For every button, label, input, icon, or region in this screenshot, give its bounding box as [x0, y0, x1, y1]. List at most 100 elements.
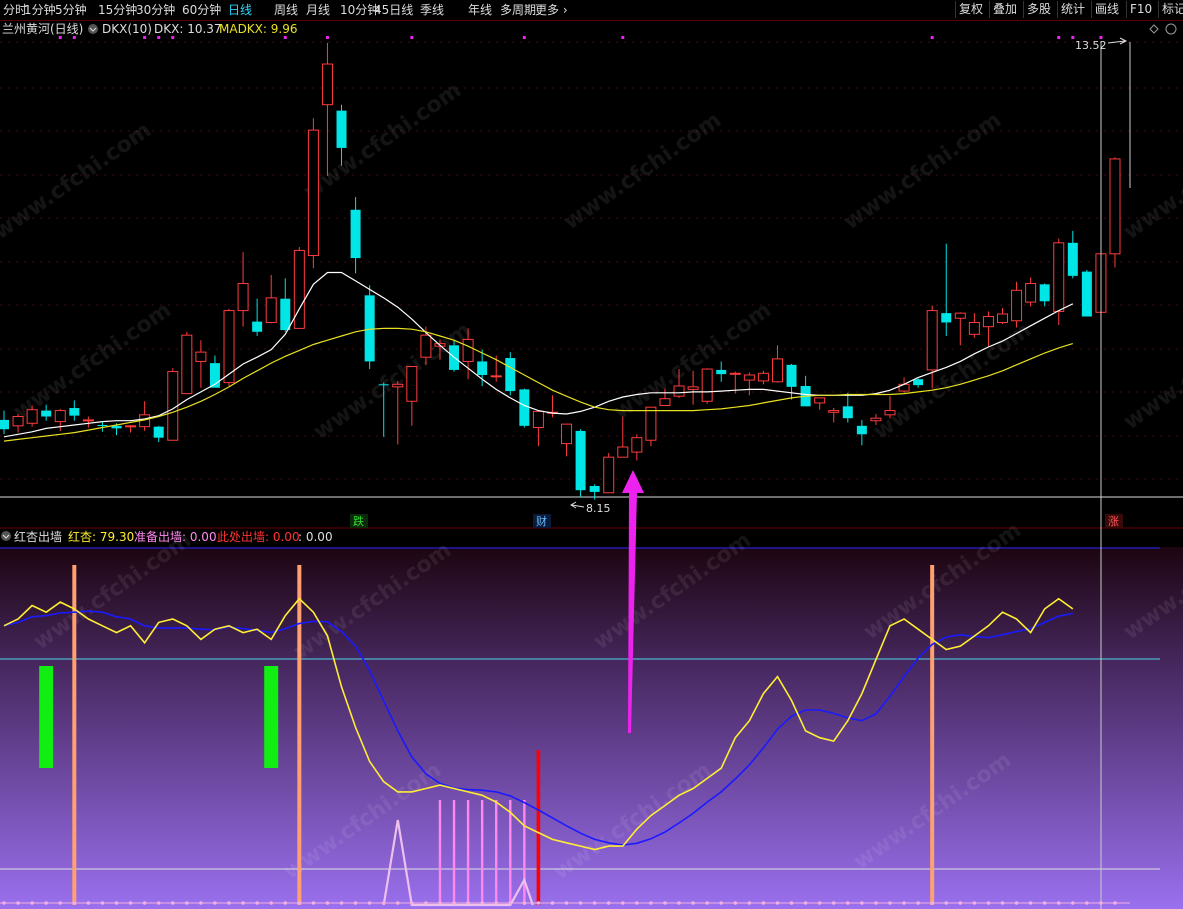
diamond-icon[interactable] [1149, 24, 1159, 34]
pink-spike [480, 800, 484, 905]
candle-body [603, 456, 615, 494]
candle [645, 406, 657, 447]
signal-dot [58, 36, 62, 39]
hongxing-value: 红杏: 79.30 [68, 529, 134, 544]
candle-body [743, 374, 755, 381]
candle-body [561, 423, 573, 445]
candle-body [265, 297, 277, 323]
candle [856, 419, 867, 446]
indicator-name[interactable]: DKX(10) [102, 22, 152, 36]
candle-body [321, 63, 333, 106]
signal-dot [410, 36, 414, 39]
candle [603, 452, 615, 494]
high-price-label: 13.52 [1075, 39, 1107, 52]
candle-body [996, 313, 1008, 323]
candle [195, 340, 207, 388]
candle-body [1039, 284, 1050, 302]
pink-spike [495, 800, 498, 905]
signal-dot [1057, 36, 1061, 39]
candle-body [913, 379, 924, 386]
candle [1081, 269, 1092, 317]
candle [631, 434, 643, 461]
candle-body [1109, 158, 1121, 255]
candle-body [716, 369, 727, 375]
candle [828, 408, 840, 423]
candle-body [786, 364, 797, 387]
candle-body [1067, 242, 1078, 276]
candle-body [729, 372, 741, 375]
candle-body [856, 425, 867, 435]
candle [954, 312, 966, 346]
candle [771, 345, 783, 383]
candle [265, 275, 277, 324]
candle-body [293, 249, 305, 329]
candle [280, 278, 291, 332]
candle [941, 243, 952, 337]
zhunbei-value: 准备出墙: 0.00 [134, 530, 217, 544]
candle [181, 331, 193, 395]
candle-body [814, 397, 826, 404]
dkx-value: DKX: 10.37 [154, 22, 222, 36]
candle-body [420, 334, 432, 358]
high-arrow-icon [1107, 37, 1128, 45]
candle-body [336, 110, 347, 148]
candle [814, 397, 826, 410]
candle-body [237, 282, 249, 312]
candle [12, 413, 24, 433]
low-arrow-icon [570, 501, 585, 509]
candle-body [477, 361, 488, 375]
candle [519, 388, 530, 428]
chart-canvas: www.cfchi.com www.cfchi.com www.cfchi.co… [0, 22, 1183, 909]
candle-body [954, 312, 966, 319]
candle [561, 423, 573, 457]
candle [1011, 281, 1023, 328]
low-price-label: 8.15 [586, 502, 611, 515]
candle [757, 370, 769, 385]
red-signal-bar [536, 750, 541, 905]
candle-body [41, 410, 52, 417]
candle-body [181, 334, 193, 395]
candle-body [490, 375, 502, 378]
pink-spike [452, 800, 456, 905]
sub-indicator-toggle-icon[interactable] [1, 531, 11, 541]
candle [1109, 157, 1121, 268]
candle-body [125, 425, 137, 428]
sub-indicator-name[interactable]: 红杏出墙 [14, 529, 62, 544]
signal-dot [325, 36, 329, 39]
candle-body [97, 424, 108, 426]
green-bar [39, 666, 54, 768]
candle-body [153, 426, 164, 438]
watermark-text: www.cfchi.com [0, 118, 156, 245]
candle-body [12, 416, 24, 427]
candle [252, 298, 263, 337]
candle-body [687, 386, 699, 390]
candle-body [378, 384, 389, 386]
signal-dot [621, 36, 625, 39]
marker-die: 跌 [353, 514, 364, 528]
candle-body [1025, 282, 1037, 303]
candle-body [532, 410, 544, 429]
candle [1039, 283, 1050, 307]
pink-spike [438, 800, 442, 905]
candle-body [589, 485, 600, 492]
candle [0, 410, 9, 435]
candle-body [82, 419, 94, 422]
watermark-text: www.cfchi.com [1119, 118, 1183, 245]
candle [321, 42, 333, 176]
signal-dot [930, 36, 934, 39]
indicator-toggle-icon[interactable] [88, 24, 98, 34]
settings-circle-icon[interactable] [1165, 23, 1177, 35]
pink-spike [523, 800, 526, 905]
salmon-bar [297, 565, 302, 905]
candle-body [631, 437, 643, 453]
candle [505, 352, 516, 396]
stock-title: 兰州黄河(日线) [2, 22, 83, 36]
candlestick-series [0, 42, 1121, 500]
candle [842, 392, 853, 423]
signal-dot [522, 36, 526, 39]
candle [125, 424, 137, 433]
candle [996, 308, 1008, 325]
candle-body [645, 406, 657, 441]
candle-body [54, 410, 66, 423]
candle [406, 366, 418, 426]
